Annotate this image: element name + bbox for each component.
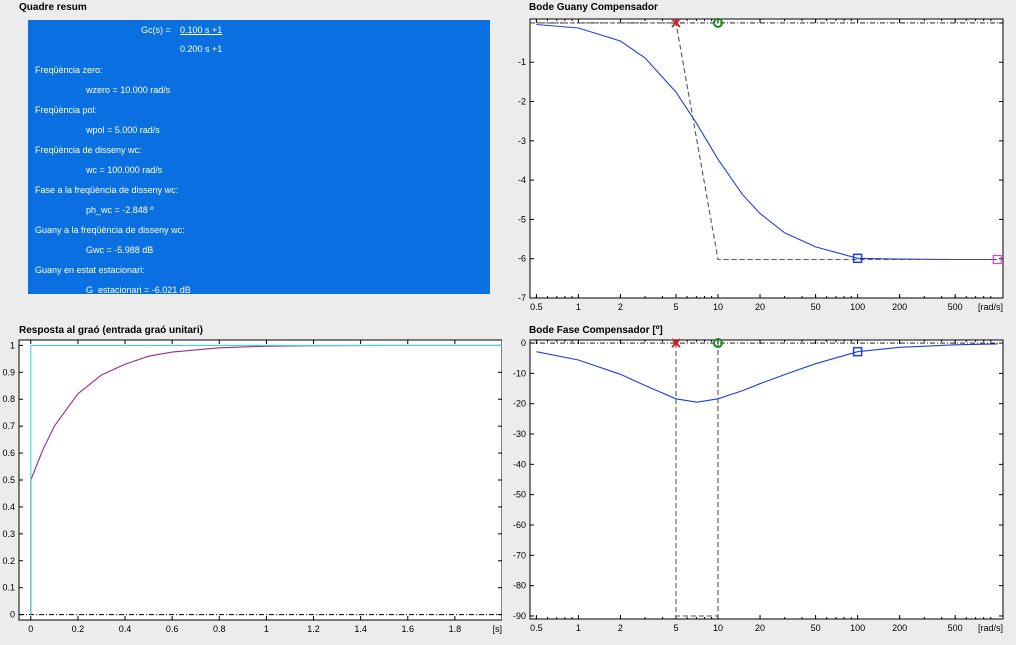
x-tick-label: 0.6 — [166, 624, 179, 634]
x-tick-label: 10 — [713, 302, 723, 312]
x-tick-label: 500 — [948, 623, 963, 633]
plot-area — [18, 339, 502, 621]
y-tick-label: -40 — [513, 459, 526, 469]
y-tick-label: -80 — [513, 581, 526, 591]
y-tick-label: -30 — [513, 429, 526, 439]
y-tick-label: -90 — [513, 611, 526, 621]
y-tick-label: -70 — [513, 550, 526, 560]
y-tick-label: -60 — [513, 520, 526, 530]
y-tick-label: 0.3 — [2, 529, 15, 539]
x-tick-label: 2 — [618, 623, 623, 633]
x-tick-label: 50 — [811, 623, 821, 633]
y-tick-label: 1 — [10, 340, 15, 350]
x-unit-label: [rad/s] — [978, 623, 1003, 633]
x-tick-label: 2 — [618, 302, 623, 312]
x-tick-label: 5 — [673, 623, 678, 633]
x-tick-label: 200 — [892, 302, 907, 312]
x-tick-label: 5 — [673, 302, 678, 312]
summary-panel: Gc(s) = 0.100 s +1 0.200 s +1 Freqüència… — [28, 20, 490, 295]
y-tick-label: -2 — [518, 97, 526, 107]
y-tick-label: -1 — [518, 57, 526, 67]
y-tick-label: -20 — [513, 399, 526, 409]
x-tick-label: 1.8 — [449, 624, 462, 634]
x-tick-label: 0.8 — [213, 624, 226, 634]
x-tick-label: 0.5 — [530, 302, 543, 312]
plot-area — [529, 18, 1004, 299]
steady-gain-label: Guany en estat estacionari: — [35, 265, 145, 275]
step-chart-title: Resposta al graó (entrada graó unitari) — [19, 325, 203, 336]
y-tick-label: -7 — [518, 293, 526, 303]
y-tick-label: 0.5 — [2, 475, 15, 485]
x-tick-label: 0.5 — [530, 623, 543, 633]
tf-denominator: 0.200 s +1 — [180, 44, 223, 54]
design-freq-value: wc = 100.000 rad/s — [86, 165, 163, 175]
y-tick-label: 0.4 — [2, 502, 15, 512]
y-tick-label: 0.7 — [2, 421, 15, 431]
steady-gain-value: G_estacionari = -6.021 dB — [86, 285, 191, 295]
x-tick-label: 1 — [576, 623, 581, 633]
x-tick-label: 10 — [713, 623, 723, 633]
gain-chart-title: Bode Guany Compensador — [529, 2, 658, 13]
y-tick-label: -3 — [518, 136, 526, 146]
y-tick-label: -4 — [518, 175, 526, 185]
gain-chart: -1 -2 -3 -4 -5 -6 -7 0.5 1 2 5 10 20 50 100 200 500 [rad/… — [518, 17, 1004, 312]
x-tick-label: 1.2 — [307, 624, 320, 634]
y-tick-label: 0.9 — [2, 367, 15, 377]
phase-chart-title: Bode Fase Compensador [º] — [529, 325, 663, 336]
y-tick-label: -5 — [518, 214, 526, 224]
y-tick-label: -10 — [513, 368, 526, 378]
x-tick-label: 0 — [28, 624, 33, 634]
pole-freq-label: Freqüència pol: — [35, 105, 98, 115]
x-tick-label: 1 — [264, 624, 269, 634]
x-tick-label: 200 — [892, 623, 907, 633]
tf-numerator: 0.100 s +1 — [180, 25, 223, 35]
y-tick-label: 0 — [521, 338, 526, 348]
x-tick-label: 20 — [755, 623, 765, 633]
x-tick-label: 100 — [850, 623, 865, 633]
step-response-chart: 0 0.1 0.2 0.3 0.4 0.5 0.6 0.7 0.8 0.9 1 0 0.2 0.4 0.6 0… — [2, 339, 502, 634]
x-tick-label: 100 — [850, 302, 865, 312]
y-tick-label: -50 — [513, 490, 526, 500]
y-tick-label: 0.8 — [2, 394, 15, 404]
x-tick-label: 1 — [576, 302, 581, 312]
zero-freq-label: Freqüència zero: — [35, 65, 103, 75]
tf-label: Gc(s) = — [141, 25, 171, 35]
gain-wc-value: Gwc = -5.988 dB — [86, 245, 154, 255]
x-tick-label: 50 — [811, 302, 821, 312]
x-tick-label: 20 — [755, 302, 765, 312]
y-tick-label: -6 — [518, 254, 526, 264]
y-tick-label: 0.1 — [2, 583, 15, 593]
gain-wc-label: Guany a la freqüència de disseny wc: — [35, 225, 185, 235]
y-tick-label: 0.2 — [2, 556, 15, 566]
y-tick-label: 0 — [10, 610, 15, 620]
x-tick-label: 1.4 — [354, 624, 367, 634]
phase-wc-label: Fase a la freqüència de disseny wc: — [35, 185, 179, 195]
x-tick-label: 0.4 — [119, 624, 132, 634]
phase-chart: 0 -10 -20 -30 -40 -50 -60 -70 -80 -90 0.5 1 2 5 10 20 50… — [513, 338, 1004, 633]
y-tick-label: 0.6 — [2, 448, 15, 458]
phase-wc-value: ph_wc = -2.848 º — [86, 205, 154, 215]
x-unit-label: [rad/s] — [978, 302, 1003, 312]
pole-freq-value: wpol = 5.000 rad/s — [86, 125, 160, 135]
design-freq-label: Freqüència de disseny wc: — [35, 145, 142, 155]
summary-title: Quadre resum — [19, 2, 87, 13]
x-tick-label: 1.6 — [401, 624, 414, 634]
x-tick-label: 500 — [948, 302, 963, 312]
zero-freq-value: wzero = 10.000 rad/s — [86, 85, 171, 95]
x-tick-label: 0.2 — [72, 624, 85, 634]
